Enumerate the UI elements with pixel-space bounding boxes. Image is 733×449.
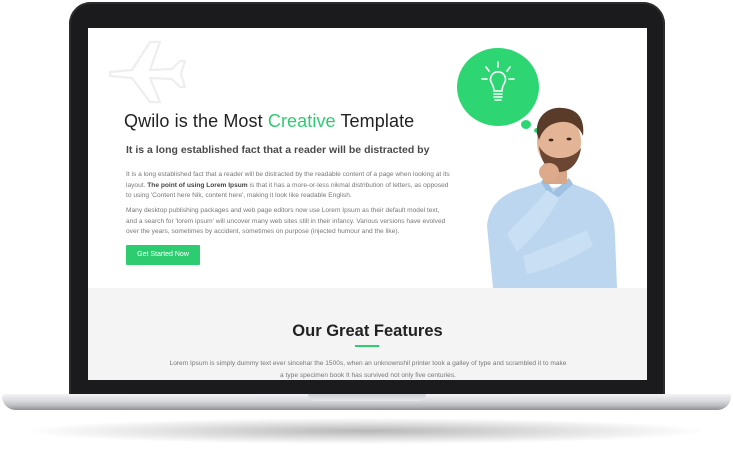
thinking-man-illustration <box>487 107 617 288</box>
hero-title-start: Qwilo is the Most <box>124 111 268 131</box>
hero-title: Qwilo is the Most Creative Template <box>124 111 414 132</box>
hero-subtitle: It is a long established fact that a rea… <box>126 144 430 156</box>
get-started-button[interactable]: Get Started Now <box>126 245 200 265</box>
plane-icon <box>108 40 186 104</box>
hero-section: Qwilo is the Most Creative Template It i… <box>88 28 647 288</box>
laptop-shadow <box>30 418 702 444</box>
hero-paragraph-1: It is a long established fact that a rea… <box>126 170 451 202</box>
features-title-underline <box>355 345 379 347</box>
hero-title-end: Template <box>335 111 415 131</box>
features-title: Our Great Features <box>292 322 443 340</box>
hero-title-accent: Creative <box>267 111 336 131</box>
hero-paragraph-2: Many desktop publishing packages and web… <box>126 207 446 235</box>
features-section: Our Great Features Lorem Ipsum is simply… <box>88 288 647 380</box>
lightbulb-icon <box>481 61 515 101</box>
laptop-notch <box>308 394 426 401</box>
laptop-screen: Qwilo is the Most Creative Template It i… <box>88 28 647 380</box>
features-description: Lorem Ipsum is simply dummy text ever si… <box>169 360 567 379</box>
paragraph-bold-text: The point of using Lorem Ipsum <box>147 181 248 189</box>
